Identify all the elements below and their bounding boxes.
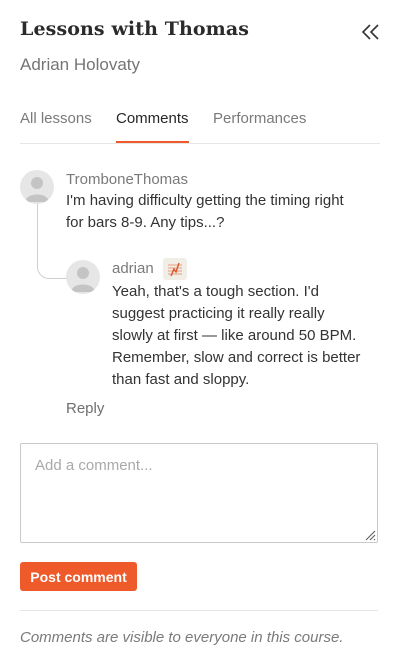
reply-line: than fast and sloppy.: [112, 371, 250, 388]
teacher-badge: [163, 258, 187, 280]
visibility-note: Comments are visible to everyone in this…: [20, 629, 344, 646]
page-title: Lessons with Thomas: [20, 18, 250, 40]
divider: [20, 610, 378, 611]
user-avatar-icon: [71, 267, 95, 292]
reply-line: slowly at first — like around 50 BPM.: [112, 327, 357, 344]
comment-author[interactable]: TromboneThomas: [66, 171, 188, 188]
comment-line: I'm having difficulty getting the timing…: [66, 192, 344, 209]
reply-author[interactable]: adrian: [112, 260, 154, 277]
student-name: Adrian Holovaty: [20, 55, 141, 74]
comment-input[interactable]: [20, 443, 378, 543]
resize-grip-icon[interactable]: [364, 529, 376, 541]
score-chart-icon: [168, 262, 182, 277]
tab-bar: All lessons Comments Performances: [20, 110, 380, 144]
tab-all-lessons[interactable]: All lessons: [20, 110, 92, 142]
user-avatar-icon: [25, 177, 49, 202]
thread-connector: [37, 204, 68, 279]
post-comment-button[interactable]: Post comment: [20, 562, 137, 591]
avatar: [66, 260, 100, 294]
reply-line: suggest practicing it really really: [112, 305, 325, 322]
comment-text: I'm having difficulty getting the timing…: [66, 190, 344, 234]
comment-line: for bars 8-9. Any tips...?: [66, 214, 225, 231]
reply-link[interactable]: Reply: [66, 400, 104, 417]
reply-text: Yeah, that's a tough section. I'd sugges…: [112, 281, 360, 391]
tab-comments[interactable]: Comments: [116, 110, 189, 143]
avatar: [20, 170, 54, 204]
tab-performances[interactable]: Performances: [213, 110, 306, 142]
reply-line: Yeah, that's a tough section. I'd: [112, 283, 319, 300]
double-chevron-left-icon[interactable]: [360, 22, 382, 42]
reply-line: Remember, slow and correct is better: [112, 349, 361, 366]
